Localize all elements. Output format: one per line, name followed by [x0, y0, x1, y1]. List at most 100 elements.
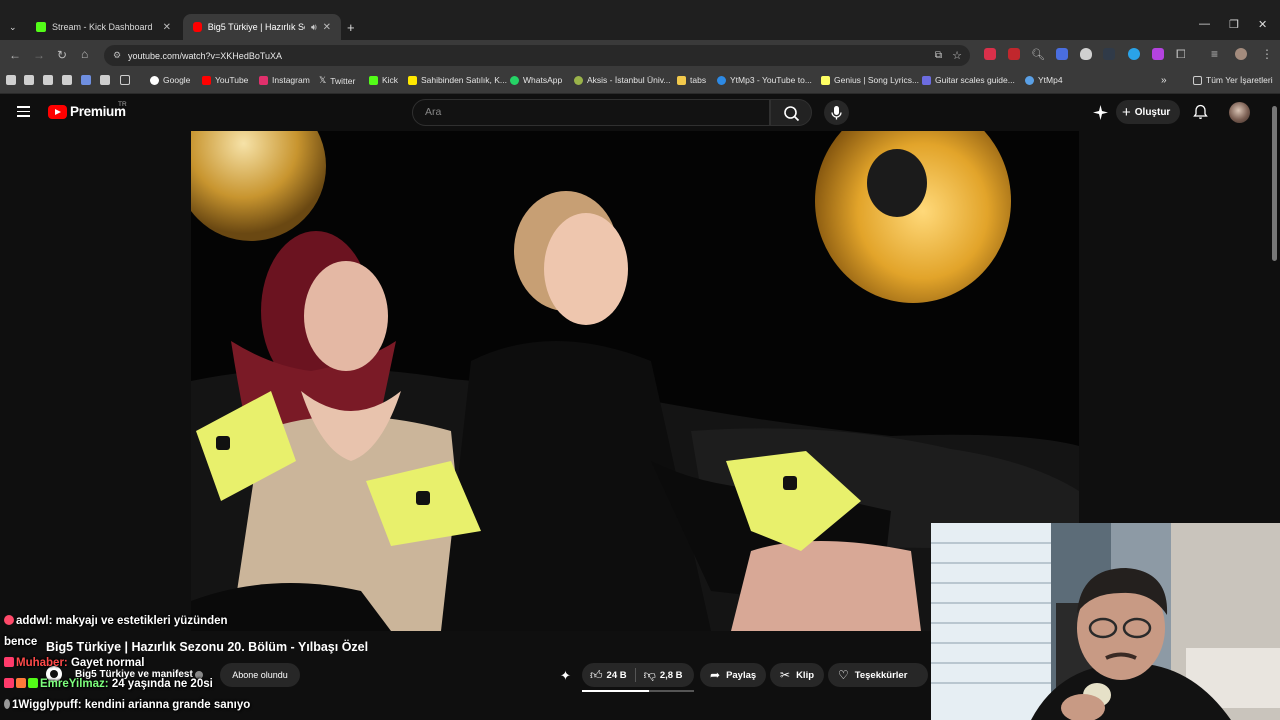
tabs-icon	[677, 75, 686, 85]
zoom-icon[interactable]: 🔍︎	[1031, 48, 1045, 61]
minimize-icon[interactable]: —	[1199, 18, 1210, 30]
dislike-count[interactable]: 2,8 B	[660, 670, 683, 681]
new-tab-icon[interactable]: +	[347, 20, 355, 35]
shield-icon[interactable]	[1080, 48, 1092, 60]
bookmark-label: Guitar scales guide...	[935, 75, 1015, 85]
speaker-icon[interactable]: 🔊︎	[311, 22, 317, 33]
subscribed-button[interactable]: Abone olundu	[220, 663, 300, 687]
bookmark-label: Sahibinden Satılık, K...	[421, 75, 507, 85]
bookmark-tabs[interactable]: tabs	[677, 75, 706, 85]
chat-username: addwl:	[16, 615, 53, 627]
chat-username: Muhaber:	[16, 657, 68, 669]
create-button[interactable]: + Oluştur	[1116, 100, 1180, 124]
chat-username: EmreYilmaz:	[40, 678, 109, 690]
bookmark-youtube[interactable]: YouTube	[202, 75, 248, 85]
bookmark-ytmp4[interactable]: YtMp4	[1025, 75, 1063, 85]
youtube-logo-icon[interactable]	[48, 105, 67, 119]
chat-message: Muhaber: Gayet normal	[4, 657, 144, 669]
bookmark-folder-icon[interactable]	[62, 75, 72, 85]
extension-icon[interactable]	[1008, 48, 1020, 60]
close-window-icon[interactable]: ✕	[1258, 18, 1267, 31]
instagram-icon	[259, 75, 268, 85]
thanks-button[interactable]: ♡ Teşekkürler	[828, 663, 928, 687]
forward-icon[interactable]: →	[33, 48, 45, 62]
like-icon[interactable]: 👍︎	[590, 668, 603, 683]
bookmark-sahibinden[interactable]: Sahibinden Satılık, K...	[408, 75, 507, 85]
create-label: Oluştur	[1134, 106, 1171, 118]
extension-icon[interactable]	[984, 48, 996, 60]
address-bar[interactable]: ⚙ youtube.com/watch?v=XKHedBoTuXA ⧉ ☆	[104, 45, 970, 66]
google-icon	[150, 75, 159, 85]
share-button[interactable]: ➦ Paylaş	[700, 663, 767, 687]
all-bookmarks-folder[interactable]: Tüm Yer İşaretleri	[1193, 75, 1273, 85]
reload-icon[interactable]: ↻	[57, 48, 67, 62]
translate-icon[interactable]	[1056, 48, 1068, 60]
menu-kebab-icon[interactable]: ⋮	[1261, 47, 1273, 61]
extension-icon[interactable]	[1103, 48, 1115, 60]
like-count[interactable]: 24 B	[607, 670, 627, 681]
bookmark-ytmp3[interactable]: YtMp3 - YouTube to...	[717, 75, 812, 85]
webcam-overlay	[931, 523, 1280, 720]
home-icon[interactable]: ⌂	[81, 47, 88, 61]
sword-badge-icon	[4, 678, 14, 688]
chat-message: bence	[4, 636, 37, 648]
bookmark-whatsapp[interactable]: WhatsApp	[510, 75, 562, 85]
search-input[interactable]: Ara	[412, 99, 770, 126]
page-scrollbar[interactable]	[1272, 106, 1277, 261]
chat-username: 1Wigglypuff:	[12, 699, 82, 711]
restore-icon[interactable]: ❐	[1229, 18, 1239, 31]
notifications-bell-icon[interactable]	[1193, 104, 1208, 120]
close-tab-icon[interactable]: ✕	[163, 22, 171, 33]
bookmark-label: WhatsApp	[523, 75, 563, 85]
gemini-sparkle-icon[interactable]	[1093, 105, 1108, 120]
ask-sparkle-icon[interactable]: ✦	[560, 668, 571, 684]
bookmark-label: Instagram	[272, 75, 310, 85]
close-tab-icon[interactable]: ✕	[323, 22, 331, 33]
chat-text: makyajı ve estetikleri yüzünden	[55, 615, 228, 627]
bookmark-twitter[interactable]: 𝕏 Twitter	[319, 75, 355, 86]
bookmark-folder-icon[interactable]	[43, 75, 53, 85]
webcam-feed-image	[931, 523, 1280, 720]
bookmark-folder-icon[interactable]	[24, 75, 34, 85]
apps-grid-icon[interactable]	[120, 75, 130, 85]
microphone-icon	[831, 106, 842, 120]
whatsapp-icon	[510, 75, 519, 85]
sub-badge-icon	[28, 678, 38, 688]
bookmark-folder-icon[interactable]	[6, 75, 16, 85]
heart-badge-icon	[4, 615, 14, 625]
bookmark-google[interactable]: Google	[150, 75, 190, 85]
bookmark-kick[interactable]: Kick	[369, 75, 398, 85]
hamburger-menu-icon[interactable]	[17, 106, 30, 120]
extension-icon[interactable]	[1128, 48, 1140, 60]
account-avatar[interactable]	[1229, 102, 1250, 123]
bookmark-genius[interactable]: Genius | Song Lyrics...	[821, 75, 919, 85]
bookmark-folder-icon[interactable]	[81, 75, 91, 85]
more-bookmarks-icon[interactable]: »	[1161, 75, 1167, 86]
voice-search-button[interactable]	[824, 100, 849, 125]
bookmark-aksis[interactable]: Aksis - İstanbul Üniv...	[574, 75, 670, 85]
profile-avatar-icon[interactable]	[1235, 48, 1247, 60]
clip-button[interactable]: ✂ Klip	[770, 663, 825, 687]
tab-kick-dashboard[interactable]: Stream - Kick Dashboard ✕	[26, 14, 181, 40]
bookmark-instagram[interactable]: Instagram	[259, 75, 310, 85]
youtube-favicon-icon	[193, 22, 202, 32]
chat-message: addwl: makyajı ve estetikleri yüzünden	[4, 615, 228, 627]
bookmark-folder-icon[interactable]	[100, 75, 110, 85]
extensions-puzzle-icon[interactable]: ⧠	[1176, 47, 1186, 62]
tab-youtube-video[interactable]: Big5 Türkiye | Hazırlık Sezo 🔊︎ ✕	[183, 14, 341, 40]
share-arrow-icon: ➦	[710, 668, 721, 682]
dislike-icon[interactable]: 👎︎	[644, 668, 656, 683]
tab-title: Stream - Kick Dashboard	[52, 22, 153, 32]
search-button[interactable]	[770, 99, 812, 126]
bookmark-guitar-scales[interactable]: Guitar scales guide...	[922, 75, 1015, 85]
region-code: TR	[118, 101, 127, 108]
extension-icon[interactable]	[1152, 48, 1164, 60]
chat-text: Gayet normal	[70, 657, 145, 669]
genius-icon	[821, 75, 830, 85]
install-app-icon[interactable]: ⧉	[935, 50, 942, 61]
site-info-icon[interactable]: ⚙	[113, 50, 121, 61]
bookmark-star-icon[interactable]: ☆	[952, 49, 962, 62]
reading-list-icon[interactable]: ≡	[1211, 47, 1218, 61]
tab-search-icon[interactable]: ⌄	[9, 22, 17, 33]
back-icon[interactable]: ←	[9, 48, 21, 62]
